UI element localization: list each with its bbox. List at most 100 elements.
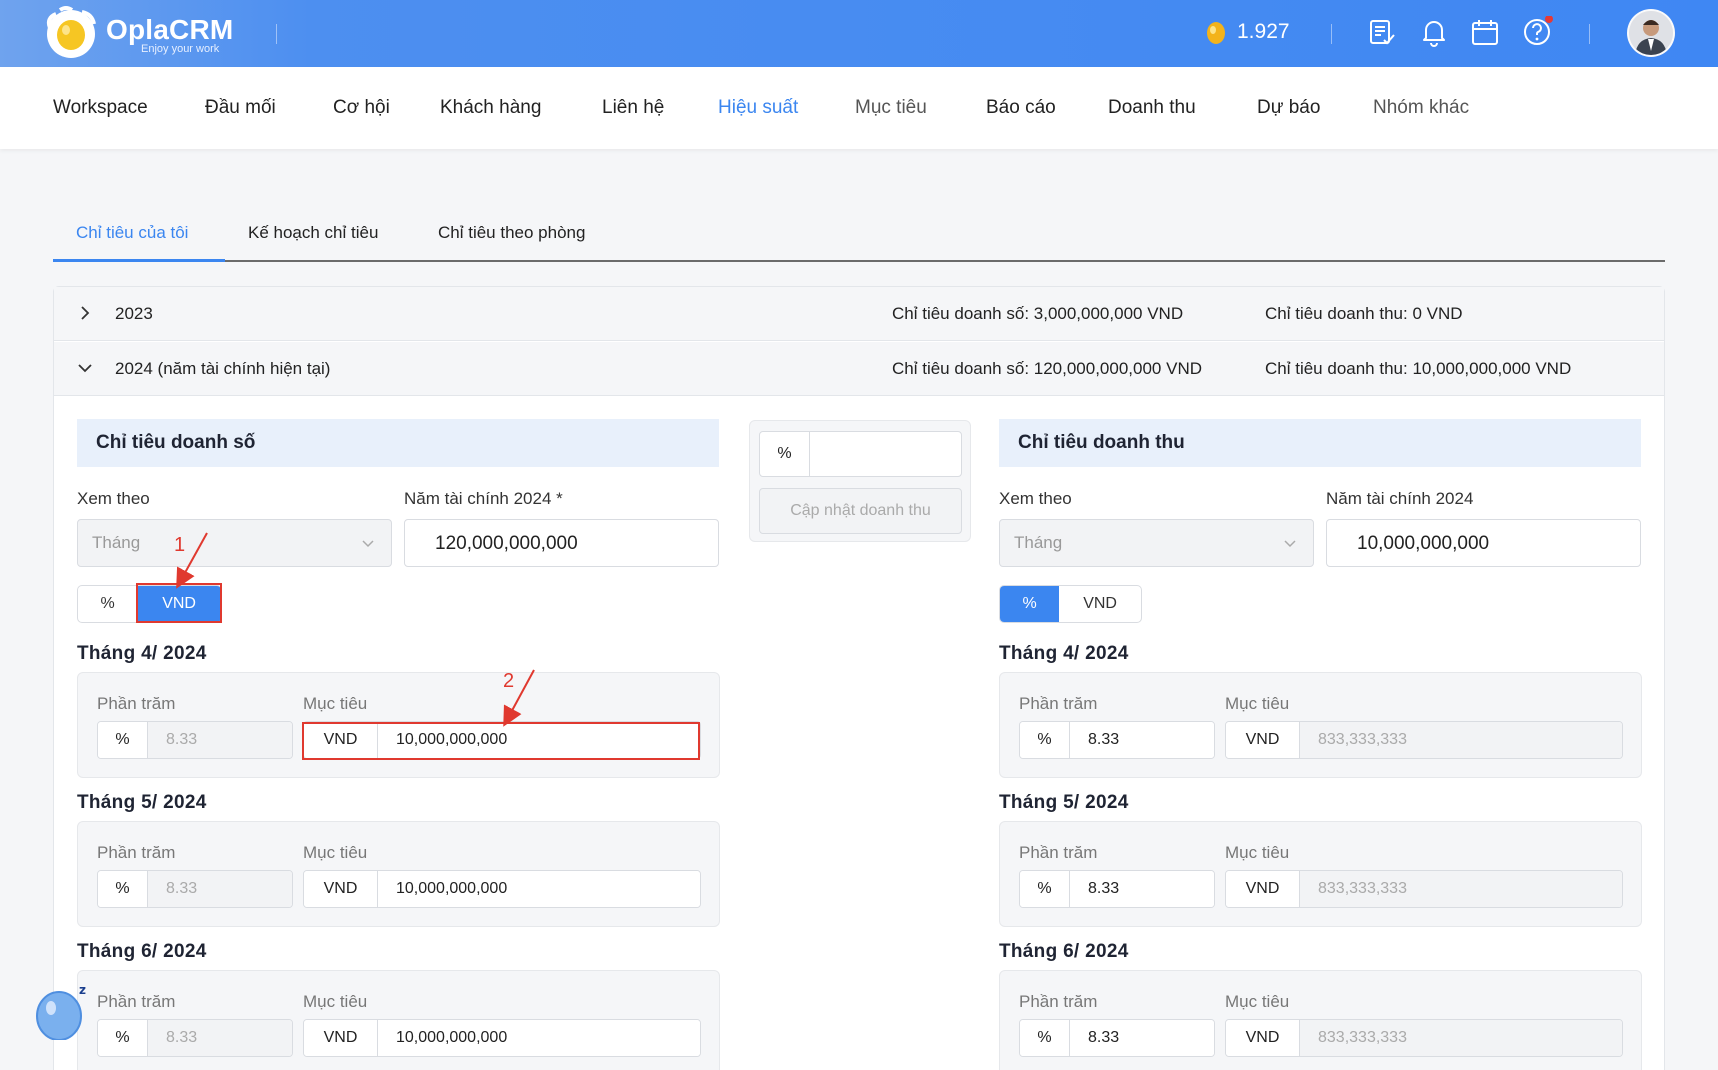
year-label: 2023 [115, 304, 153, 323]
logo-text: OplaCRM [106, 14, 234, 45]
nav-performance[interactable]: Hiệu suất [718, 97, 798, 119]
revenue-target-summary: Chỉ tiêu doanh thu: 10,000,000,000 VND [1265, 359, 1572, 378]
select-value: Tháng [92, 533, 141, 552]
unit-percent-option[interactable]: % [78, 586, 137, 622]
percent-label: Phần trăm [97, 992, 176, 1011]
help-icon[interactable] [1521, 16, 1553, 48]
update-revenue-button[interactable]: Cập nhật doanh thu [759, 488, 962, 534]
revenue-month-card: Phần trăm Mục tiêu % 8.33 VND 833,333,33… [999, 672, 1642, 778]
view-by-label: Xem theo [999, 489, 1072, 508]
main-nav: Workspace Đầu mối Cơ hội Khách hàng Liên… [0, 67, 1718, 149]
unit-percent-option[interactable]: % [1000, 586, 1060, 622]
tab-my-targets[interactable]: Chỉ tiêu của tôi [76, 223, 188, 243]
input-value: 8.33 [148, 871, 292, 907]
view-by-label: Xem theo [77, 489, 150, 508]
month-title: Tháng 5/ 2024 [999, 792, 1129, 813]
revenue-percent-input[interactable]: % 8.33 [1019, 870, 1215, 908]
annotation-box-2 [302, 722, 700, 760]
vnd-addon: VND [304, 871, 378, 907]
nav-contacts[interactable]: Liên hệ [602, 97, 664, 119]
user-avatar-icon [1629, 11, 1673, 55]
sales-vnd-input[interactable]: VND 10,000,000,000 [303, 870, 701, 908]
vnd-addon: VND [1226, 722, 1300, 758]
nav-forecast[interactable]: Dự báo [1257, 97, 1320, 119]
revenue-percent-input[interactable]: % 8.33 [1019, 1019, 1215, 1057]
divider [276, 24, 277, 44]
document-icon[interactable] [1366, 16, 1398, 48]
input-value: 8.33 [1070, 871, 1214, 907]
year-row-2024[interactable]: 2024 (năm tài chính hiện tại) Chỉ tiêu d… [54, 342, 1664, 396]
calendar-icon[interactable] [1469, 16, 1501, 48]
percent-label: Phần trăm [97, 694, 176, 713]
tab-department-targets[interactable]: Chỉ tiêu theo phòng [438, 223, 585, 243]
input-value: 120,000,000,000 [435, 533, 578, 554]
input-value: 8.33 [148, 1020, 292, 1056]
vnd-addon: VND [1226, 871, 1300, 907]
logo-icon [46, 6, 96, 58]
year-row-2023[interactable]: 2023 Chỉ tiêu doanh số: 3,000,000,000 VN… [54, 287, 1664, 341]
revenue-percent-input[interactable]: % 8.33 [1019, 721, 1215, 759]
unit-vnd-option[interactable]: VND [1059, 586, 1141, 622]
chevron-down-icon [78, 364, 92, 373]
revenue-month-card: Phần trăm Mục tiêu % 8.33 VND 833,333,33… [999, 821, 1642, 927]
nav-goals[interactable]: Mục tiêu [855, 97, 927, 119]
input-value: 10,000,000,000 [378, 1020, 700, 1056]
input-value: 10,000,000,000 [378, 871, 700, 907]
fiscal-year-label: Năm tài chính 2024 * [404, 489, 563, 508]
mascot-egg-icon[interactable]: z [35, 980, 89, 1040]
sales-fiscal-year-input[interactable]: 120,000,000,000 [404, 519, 719, 567]
percent-label: Phần trăm [1019, 992, 1098, 1011]
input-value: 8.33 [1070, 1020, 1214, 1056]
percent-addon: % [98, 1020, 148, 1056]
sales-percent-input[interactable]: % 8.33 [97, 870, 293, 908]
revenue-vnd-input[interactable]: VND 833,333,333 [1225, 721, 1623, 759]
month-title: Tháng 4/ 2024 [999, 643, 1129, 664]
percent-label: Phần trăm [97, 843, 176, 862]
year-label: 2024 (năm tài chính hiện tại) [115, 359, 331, 378]
month-title: Tháng 6/ 2024 [999, 941, 1129, 962]
select-value: Tháng [1014, 533, 1063, 552]
revenue-view-by-select[interactable]: Tháng [999, 519, 1314, 567]
input-value: 8.33 [148, 722, 292, 758]
nav-opportunities[interactable]: Cơ hội [333, 97, 390, 119]
annotation-number-2: 2 [503, 670, 515, 692]
month-title: Tháng 5/ 2024 [77, 792, 207, 813]
month-title: Tháng 4/ 2024 [77, 643, 207, 664]
avatar[interactable] [1627, 9, 1675, 57]
target-label: Mục tiêu [303, 694, 368, 713]
nav-revenue[interactable]: Doanh thu [1108, 97, 1196, 119]
bell-icon[interactable] [1418, 16, 1450, 48]
percent-label: Phần trăm [1019, 843, 1098, 862]
tab-target-plan[interactable]: Kế hoạch chỉ tiêu [248, 223, 378, 243]
sales-target-summary: Chỉ tiêu doanh số: 120,000,000,000 VND [892, 359, 1203, 378]
sales-percent-input[interactable]: % 8.33 [97, 1019, 293, 1057]
fiscal-year-label: Năm tài chính 2024 [1326, 489, 1474, 508]
divider [1589, 24, 1590, 44]
revenue-vnd-input[interactable]: VND 833,333,333 [1225, 870, 1623, 908]
svg-text:z: z [79, 983, 86, 997]
input-value: 8.33 [1070, 722, 1214, 758]
chevron-down-icon [362, 540, 374, 548]
sales-percent-input[interactable]: % 8.33 [97, 721, 293, 759]
revenue-unit-toggle: % VND [999, 585, 1142, 623]
nav-workspace[interactable]: Workspace [53, 97, 148, 119]
sales-view-by-select[interactable]: Tháng [77, 519, 392, 567]
target-label: Mục tiêu [1225, 843, 1290, 862]
nav-reports[interactable]: Báo cáo [986, 97, 1056, 119]
input-value: 833,333,333 [1300, 722, 1622, 758]
percent-addon: % [98, 722, 148, 758]
percent-label: Phần trăm [1019, 694, 1098, 713]
percent-addon: % [1020, 722, 1070, 758]
revenue-vnd-input[interactable]: VND 833,333,333 [1225, 1019, 1623, 1057]
target-label: Mục tiêu [1225, 694, 1290, 713]
revenue-percent-input[interactable]: % [759, 431, 962, 477]
nav-customers[interactable]: Khách hàng [440, 97, 541, 119]
target-tabs: Chỉ tiêu của tôi Kế hoạch chỉ tiêu Chỉ t… [53, 204, 1665, 262]
nav-other-groups[interactable]: Nhóm khác [1373, 97, 1469, 119]
sales-vnd-input[interactable]: VND 10,000,000,000 [303, 1019, 701, 1057]
chevron-right-icon [81, 306, 90, 320]
revenue-target-header: Chỉ tiêu doanh thu [999, 419, 1641, 467]
revenue-fiscal-year-input[interactable]: 10,000,000,000 [1326, 519, 1641, 567]
sales-month-card: Phần trăm Mục tiêu % 8.33 VND 10,000,000… [77, 970, 720, 1070]
nav-leads[interactable]: Đầu mối [205, 97, 276, 119]
